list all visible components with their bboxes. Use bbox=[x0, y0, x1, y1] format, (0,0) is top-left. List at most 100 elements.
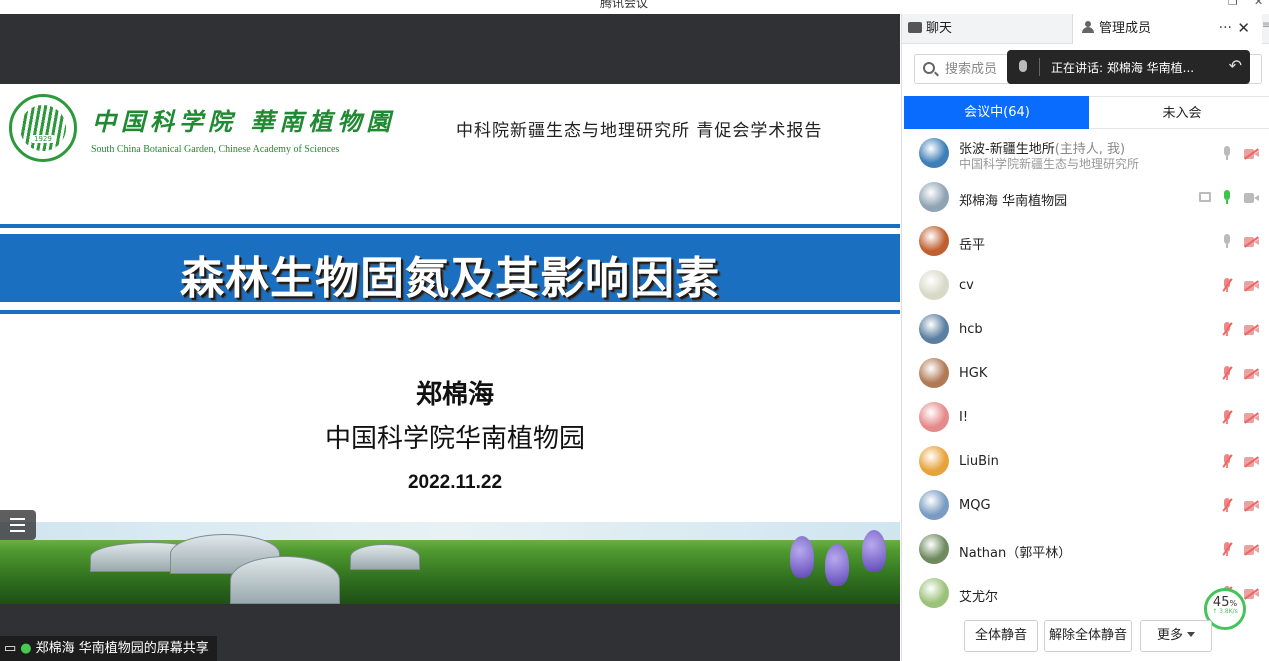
mute-all-button[interactable]: 全体静音 bbox=[964, 620, 1038, 652]
avatar bbox=[919, 226, 949, 256]
member-name: hcb bbox=[959, 322, 983, 337]
camera-icon[interactable] bbox=[1244, 589, 1259, 599]
member-panel: 聊天 管理成员 ··· ✕ ≡ 正在讲话: 郑棉海 华南植... ↶ 会议中(6… bbox=[901, 14, 1269, 661]
tab-members-label: 管理成员 bbox=[1099, 21, 1152, 36]
camera-icon[interactable] bbox=[1244, 149, 1259, 159]
screen-share-icon bbox=[1199, 192, 1211, 202]
camera-icon[interactable] bbox=[1244, 501, 1259, 511]
mic-icon[interactable] bbox=[1222, 234, 1232, 248]
panel-menu-icon[interactable]: ≡ bbox=[1262, 20, 1269, 31]
close-window-icon[interactable]: ✕ bbox=[1254, 0, 1263, 8]
member-name-text: HGK bbox=[959, 366, 988, 381]
garden-photo bbox=[0, 522, 900, 604]
title-band-top-line bbox=[0, 224, 900, 228]
member-row[interactable]: hcb bbox=[902, 308, 1269, 352]
member-list: 张波-新疆生地所(主持人, 我) 中国科学院新疆生态与地理研究所郑棉海 华南植物园… bbox=[902, 132, 1269, 612]
slide-header-text: 中科院新疆生态与地理研究所 青促会学术报告 bbox=[456, 121, 823, 141]
member-name: cv bbox=[959, 278, 974, 293]
slide-list-toggle-icon[interactable] bbox=[0, 510, 36, 540]
avatar bbox=[919, 358, 949, 388]
close-panel-icon[interactable]: ✕ bbox=[1237, 14, 1250, 42]
member-row[interactable]: cv bbox=[902, 264, 1269, 308]
member-name-text: 艾尤尔 bbox=[959, 590, 999, 605]
logo-chinese-name: 中国科学院 華南植物園 bbox=[92, 107, 396, 136]
member-name-text: I! bbox=[959, 410, 969, 425]
member-row[interactable]: 岳平 bbox=[902, 220, 1269, 264]
member-name-text: hcb bbox=[959, 322, 983, 337]
member-row[interactable]: MQG bbox=[902, 484, 1269, 528]
member-name-text: 郑棉海 华南植物园 bbox=[959, 194, 1068, 209]
speaking-label: 正在讲话: 郑棉海 华南植... bbox=[1051, 61, 1195, 75]
shared-slide: 1929 中国科学院 華南植物園 South China Botanical G… bbox=[0, 84, 900, 604]
member-name: 艾尤尔 bbox=[959, 586, 998, 605]
mic-icon[interactable] bbox=[1222, 454, 1232, 468]
camera-icon[interactable] bbox=[1244, 281, 1259, 291]
mic-icon[interactable] bbox=[1222, 322, 1232, 336]
more-options-icon[interactable]: ··· bbox=[1219, 14, 1232, 42]
tab-in-meeting[interactable]: 会议中(64) bbox=[904, 96, 1090, 129]
member-org: 中国科学院新疆生态与地理研究所 bbox=[959, 157, 1140, 171]
mic-icon[interactable] bbox=[1222, 542, 1232, 556]
camera-icon[interactable] bbox=[1244, 413, 1259, 423]
sharer-name: 郑棉海 华南植物园的屏幕共享 bbox=[35, 641, 209, 656]
mic-icon bbox=[1019, 60, 1027, 72]
title-bar: 腾讯会议 ❐ ✕ bbox=[0, 0, 1269, 14]
title-band-bottom-line bbox=[0, 310, 900, 314]
mic-icon[interactable] bbox=[1222, 278, 1232, 292]
mic-icon[interactable] bbox=[1222, 498, 1232, 512]
speaking-indicator: 正在讲话: 郑棉海 华南植... ↶ bbox=[1007, 50, 1250, 84]
mic-icon[interactable] bbox=[1222, 146, 1232, 160]
chat-icon bbox=[908, 22, 922, 33]
avatar bbox=[919, 446, 949, 476]
mic-icon: ● bbox=[20, 641, 32, 656]
member-row[interactable]: 郑棉海 华南植物园 bbox=[902, 176, 1269, 220]
avatar bbox=[919, 270, 949, 300]
mic-icon[interactable] bbox=[1222, 410, 1232, 424]
tab-chat-label: 聊天 bbox=[926, 21, 953, 36]
tab-manage-members[interactable]: 管理成员 ··· ✕ bbox=[1072, 14, 1262, 44]
avatar bbox=[919, 182, 949, 212]
mic-icon[interactable] bbox=[1222, 366, 1232, 380]
camera-icon[interactable] bbox=[1244, 193, 1259, 203]
panel-tabs: 聊天 管理成员 ··· ✕ ≡ bbox=[902, 14, 1269, 44]
tab-not-joined[interactable]: 未入会 bbox=[1089, 96, 1269, 129]
camera-icon[interactable] bbox=[1244, 369, 1259, 379]
screen-share-icon: ▭ bbox=[4, 641, 17, 656]
logo-english-name: South China Botanical Garden, Chinese Ac… bbox=[91, 144, 340, 155]
avatar bbox=[919, 402, 949, 432]
camera-icon[interactable] bbox=[1244, 457, 1259, 467]
mic-icon[interactable] bbox=[1222, 190, 1232, 204]
member-row[interactable]: 张波-新疆生地所(主持人, 我) 中国科学院新疆生态与地理研究所 bbox=[902, 132, 1269, 176]
window-title: 腾讯会议 bbox=[600, 0, 649, 10]
more-button[interactable]: 更多 bbox=[1140, 620, 1212, 652]
more-button-label: 更多 bbox=[1156, 628, 1183, 643]
slide-date: 2022.11.22 bbox=[407, 472, 503, 493]
member-row[interactable]: LiuBin bbox=[902, 440, 1269, 484]
camera-icon[interactable] bbox=[1244, 325, 1259, 335]
person-icon bbox=[1081, 21, 1095, 33]
member-name: HGK bbox=[959, 366, 987, 381]
member-name: LiuBin bbox=[959, 454, 999, 469]
avatar bbox=[919, 578, 949, 608]
member-row[interactable]: HGK bbox=[902, 352, 1269, 396]
camera-icon[interactable] bbox=[1244, 237, 1259, 247]
network-speed: ↑ 3.8K/s bbox=[1212, 608, 1238, 615]
caret-down-icon bbox=[1187, 632, 1195, 637]
avatar bbox=[919, 490, 949, 520]
restore-window-icon[interactable]: ❐ bbox=[1228, 0, 1238, 8]
unmute-all-button[interactable]: 解除全体静音 bbox=[1044, 620, 1132, 652]
slide-title: 森林生物固氮及其影响因素 bbox=[180, 253, 720, 304]
search-icon bbox=[923, 62, 935, 74]
member-name-text: MQG bbox=[959, 498, 991, 513]
member-name-text: cv bbox=[959, 278, 974, 293]
member-row[interactable]: Nathan（郭平林） bbox=[902, 528, 1269, 572]
camera-icon[interactable] bbox=[1244, 545, 1259, 555]
member-name: Nathan（郭平林） bbox=[959, 542, 1071, 561]
sharer-label: ▭ ● 郑棉海 华南植物园的屏幕共享 bbox=[0, 636, 217, 661]
member-row[interactable]: I! bbox=[902, 396, 1269, 440]
avatar bbox=[919, 534, 949, 564]
screen-share-area: 1929 中国科学院 華南植物園 South China Botanical G… bbox=[0, 14, 900, 661]
member-name: I! bbox=[959, 410, 968, 425]
tab-chat[interactable]: 聊天 bbox=[902, 14, 1072, 44]
undo-arrow-icon[interactable]: ↶ bbox=[1229, 56, 1242, 75]
